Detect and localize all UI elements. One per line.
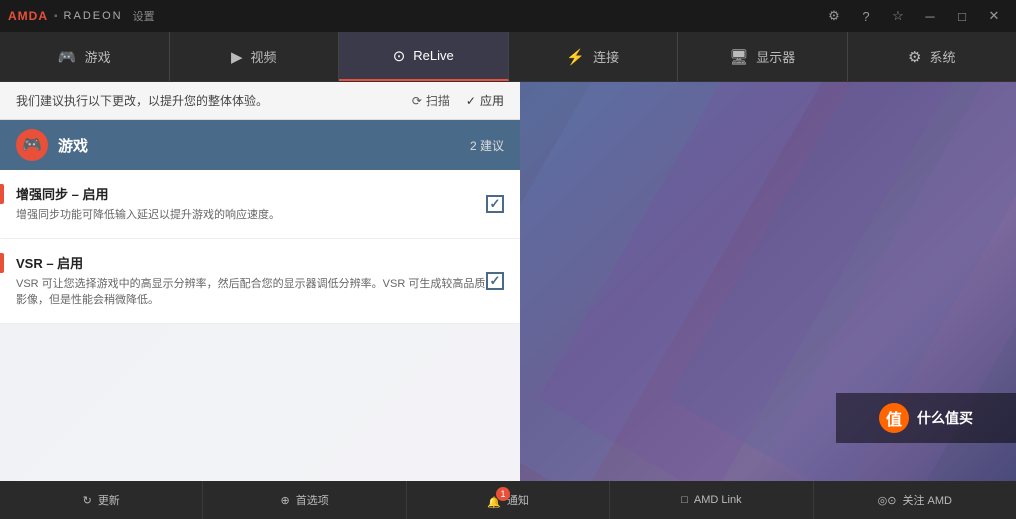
info-actions: ⟳ 扫描 ✓ 应用 bbox=[412, 92, 504, 109]
watermark-text: 什么值买 bbox=[917, 408, 973, 428]
watermark-logo: 值 什么值买 bbox=[836, 393, 1016, 443]
setting-vsr: VSR – 启用 VSR 可让您选择游戏中的高显示分辨率，然后配合您的显示器调低… bbox=[0, 239, 520, 324]
amdlink-icon: □ bbox=[681, 494, 688, 506]
enhanced-sync-checkbox[interactable] bbox=[486, 195, 504, 213]
info-message: 我们建议执行以下更改，以提升您的整体体验。 bbox=[16, 92, 268, 109]
enhanced-sync-desc: 增强同步功能可降低输入延迟以提升游戏的响应速度。 bbox=[16, 207, 504, 224]
watermark-icon-text: 值 bbox=[886, 406, 902, 430]
settings-icon-button[interactable]: ⚙ bbox=[820, 5, 848, 27]
amdlink-label: AMD Link bbox=[694, 494, 742, 506]
section-title-group: 🎮 游戏 bbox=[16, 129, 88, 161]
followamd-icon: ◎⊙ bbox=[878, 494, 897, 507]
star-button[interactable]: ☆ bbox=[884, 5, 912, 27]
tab-relive-label: ReLive bbox=[413, 48, 453, 63]
scan-icon: ⟳ bbox=[412, 94, 422, 108]
section-icon: 🎮 bbox=[16, 129, 48, 161]
preferences-label: 首选项 bbox=[296, 492, 329, 508]
section-title: 游戏 bbox=[58, 135, 88, 156]
watermark-icon: 值 bbox=[879, 403, 909, 433]
bottom-preferences[interactable]: ⊕ 首选项 bbox=[203, 481, 406, 519]
settings-label: 设置 bbox=[133, 8, 155, 24]
update-label: 更新 bbox=[98, 492, 120, 508]
tab-display[interactable]: 🖥 显示器 bbox=[678, 32, 848, 81]
title-bar: AMDA ▪ RADEON 设置 ⚙ ? ☆ ─ □ ✕ bbox=[0, 0, 1016, 32]
maximize-button[interactable]: □ bbox=[948, 5, 976, 27]
update-icon: ↻ bbox=[83, 494, 92, 507]
separator: ▪ bbox=[54, 11, 58, 22]
connect-icon: ⚡ bbox=[566, 48, 585, 66]
bottom-update[interactable]: ↻ 更新 bbox=[0, 481, 203, 519]
tab-video[interactable]: ▶ 视频 bbox=[170, 32, 340, 81]
section-header: 🎮 游戏 2 建议 bbox=[0, 120, 520, 170]
bottom-followamd[interactable]: ◎⊙ 关注 AMD bbox=[814, 481, 1016, 519]
main-content: 我们建议执行以下更改，以提升您的整体体验。 ⟳ 扫描 ✓ 应用 🎮 游戏 2 建… bbox=[0, 82, 1016, 481]
vsr-checkbox[interactable] bbox=[486, 272, 504, 290]
content-panel: 我们建议执行以下更改，以提升您的整体体验。 ⟳ 扫描 ✓ 应用 🎮 游戏 2 建… bbox=[0, 82, 520, 481]
notification-badge: 1 bbox=[496, 487, 510, 501]
tab-connect[interactable]: ⚡ 连接 bbox=[509, 32, 679, 81]
enhanced-sync-title: 增强同步 – 启用 bbox=[16, 184, 504, 203]
vsr-desc: VSR 可让您选择游戏中的高显示分辨率，然后配合您的显示器调低分辨率。VSR 可… bbox=[16, 276, 504, 309]
video-icon: ▶ bbox=[231, 48, 243, 66]
system-icon: ⚙ bbox=[908, 48, 921, 66]
info-bar: 我们建议执行以下更改，以提升您的整体体验。 ⟳ 扫描 ✓ 应用 bbox=[0, 82, 520, 120]
bottom-notifications[interactable]: 1 🔔 通知 bbox=[407, 481, 610, 519]
amd-logo: AMDA bbox=[8, 9, 48, 23]
display-icon: 🖥 bbox=[729, 48, 748, 66]
apply-button[interactable]: ✓ 应用 bbox=[466, 92, 504, 109]
section-badge: 2 建议 bbox=[470, 137, 504, 154]
tab-relive[interactable]: ⊙ ReLive bbox=[339, 32, 509, 81]
tab-video-label: 视频 bbox=[251, 47, 277, 66]
setting-enhanced-sync: 增强同步 – 启用 增强同步功能可降低输入延迟以提升游戏的响应速度。 bbox=[0, 170, 520, 239]
scan-label: 扫描 bbox=[426, 92, 450, 109]
preferences-icon: ⊕ bbox=[281, 494, 290, 507]
followamd-label: 关注 AMD bbox=[902, 492, 952, 508]
bottom-bar: ↻ 更新 ⊕ 首选项 1 🔔 通知 □ AMD Link ◎⊙ 关注 AMD bbox=[0, 481, 1016, 519]
title-bar-right: ⚙ ? ☆ ─ □ ✕ bbox=[820, 5, 1008, 27]
radeon-logo: RADEON bbox=[64, 10, 123, 22]
help-button[interactable]: ? bbox=[852, 5, 880, 27]
gaming-icon: 🎮 bbox=[58, 48, 77, 66]
scan-button[interactable]: ⟳ 扫描 bbox=[412, 92, 450, 109]
bottom-amdlink[interactable]: □ AMD Link bbox=[610, 481, 813, 519]
settings-list: 增强同步 – 启用 增强同步功能可降低输入延迟以提升游戏的响应速度。 VSR –… bbox=[0, 170, 520, 324]
tab-system-label: 系统 bbox=[929, 47, 955, 66]
tab-bar: 🎮 游戏 ▶ 视频 ⊙ ReLive ⚡ 连接 🖥 显示器 ⚙ 系统 bbox=[0, 32, 1016, 82]
notifications-label: 通知 bbox=[507, 492, 529, 508]
vsr-title: VSR – 启用 bbox=[16, 253, 504, 272]
close-button[interactable]: ✕ bbox=[980, 5, 1008, 27]
apply-label: 应用 bbox=[480, 92, 504, 109]
tab-connect-label: 连接 bbox=[593, 47, 619, 66]
tab-gaming[interactable]: 🎮 游戏 bbox=[0, 32, 170, 81]
title-bar-left: AMDA ▪ RADEON 设置 bbox=[8, 8, 155, 24]
minimize-button[interactable]: ─ bbox=[916, 5, 944, 27]
check-icon: ✓ bbox=[466, 94, 476, 108]
tab-system[interactable]: ⚙ 系统 bbox=[848, 32, 1016, 81]
tab-display-label: 显示器 bbox=[756, 47, 795, 66]
relive-icon: ⊙ bbox=[393, 47, 406, 65]
tab-gaming-label: 游戏 bbox=[85, 47, 111, 66]
